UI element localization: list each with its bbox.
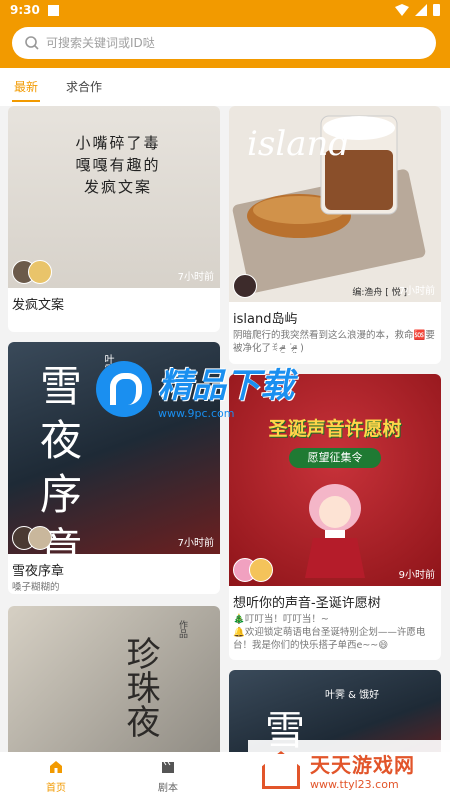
tab-cooperation[interactable]: 求合作	[66, 68, 102, 106]
card-cover: 小嘴碎了毒 嘎嘎有趣的 发疯文案 7小时前	[8, 106, 220, 288]
tab-bar: 最新 求合作	[0, 68, 450, 106]
avatar	[28, 526, 52, 550]
clapperboard-icon	[162, 761, 174, 773]
cover-subtitle: 叶霁 & 饿好	[325, 690, 380, 701]
status-time: 9:30	[10, 3, 40, 17]
post-time: 7小时前	[398, 286, 435, 297]
tab-latest[interactable]: 最新	[11, 68, 41, 106]
author-avatars	[233, 558, 273, 582]
post-time: 9小时前	[398, 570, 435, 581]
notification-icon	[47, 4, 59, 16]
signal-icon	[415, 4, 427, 16]
search-bar[interactable]	[12, 27, 436, 59]
card-description: 阴暗爬行的我突然看到这么浪漫的本，救命🆘要被净化了ꉂ ᵒ̴̶̷̤ ˙ᵒ̴̶̷̤ …	[233, 330, 435, 354]
avatar	[249, 558, 273, 582]
card-description: 🎄叮叮当！叮叮当！~ 🔔欢迎锁定萌语电台圣诞特别企划——许愿电台！我是你们的快乐…	[233, 614, 426, 651]
watermark-ttyl: 天天游戏网 www.ttyl23.com	[248, 740, 450, 800]
author-avatars	[233, 274, 257, 298]
card-pearl-night[interactable]: 珍珠夜 作品	[8, 606, 220, 752]
card-snow-night[interactable]: 雪夜序章 叶霁 7小时前 雪夜序章 嗓子糊糊的	[8, 342, 220, 594]
nav-label: 首页	[46, 782, 66, 794]
app-header: 9:30	[0, 0, 450, 68]
card-title: 想听你的声音-圣诞许愿树	[233, 596, 381, 611]
cover-subtitle: 作品	[177, 620, 187, 638]
avatar	[233, 274, 257, 298]
avatar	[28, 260, 52, 284]
card-title: island岛屿	[233, 312, 298, 327]
cover-text: 珍珠夜	[120, 636, 160, 738]
card-description: 嗓子糊糊的	[12, 582, 60, 593]
card-cover: 珍珠夜 作品	[8, 606, 220, 752]
cover-text: 小嘴碎了毒 嘎嘎有趣的 发疯文案	[75, 134, 161, 196]
card-crazy-copy[interactable]: 小嘴碎了毒 嘎嘎有趣的 发疯文案 7小时前 发疯文案	[8, 106, 220, 332]
post-time: 7小时前	[177, 538, 214, 549]
watermark-title: 天天游戏网	[310, 753, 415, 777]
status-bar: 9:30	[0, 0, 450, 20]
home-icon	[50, 760, 62, 773]
cover-text: 圣诞声音许愿树	[268, 418, 402, 440]
search-icon	[25, 36, 39, 50]
cover-text: island	[247, 124, 351, 164]
ttyl-logo-icon	[262, 751, 300, 789]
feed[interactable]: 小嘴碎了毒 嘎嘎有趣的 发疯文案 7小时前 发疯文案 island 编:渔舟 […	[0, 106, 450, 752]
card-cover: 雪夜序章 叶霁 7小时前	[8, 342, 220, 573]
card-cover: 圣诞声音许愿树 愿望征集令 9小时前	[229, 374, 441, 586]
girl-illustration	[305, 484, 365, 578]
author-avatars	[12, 526, 52, 550]
card-cover: island 编:渔舟 [ 悦 ] 7小时前	[229, 106, 441, 302]
nav-scripts[interactable]: 剧本	[112, 752, 224, 800]
nav-home[interactable]: 首页	[0, 752, 112, 800]
nav-label: 剧本	[158, 782, 178, 794]
card-island[interactable]: island 编:渔舟 [ 悦 ] 7小时前 island岛屿 阴暗爬行的我突然…	[229, 106, 441, 364]
post-time: 7小时前	[177, 272, 214, 283]
wifi-icon	[395, 4, 409, 16]
battery-icon	[433, 4, 440, 16]
cover-subtitle: 叶霁	[102, 354, 113, 374]
search-input[interactable]	[46, 36, 386, 50]
cover-subtitle: 愿望征集令	[289, 448, 381, 468]
author-avatars	[12, 260, 52, 284]
card-wish-tree[interactable]: 圣诞声音许愿树 愿望征集令 9小时前 想听你的声音-圣诞许愿树 🎄叮叮当！叮叮当…	[229, 374, 441, 660]
watermark-url: www.ttyl23.com	[310, 778, 399, 791]
card-title: 发疯文案	[12, 298, 65, 313]
